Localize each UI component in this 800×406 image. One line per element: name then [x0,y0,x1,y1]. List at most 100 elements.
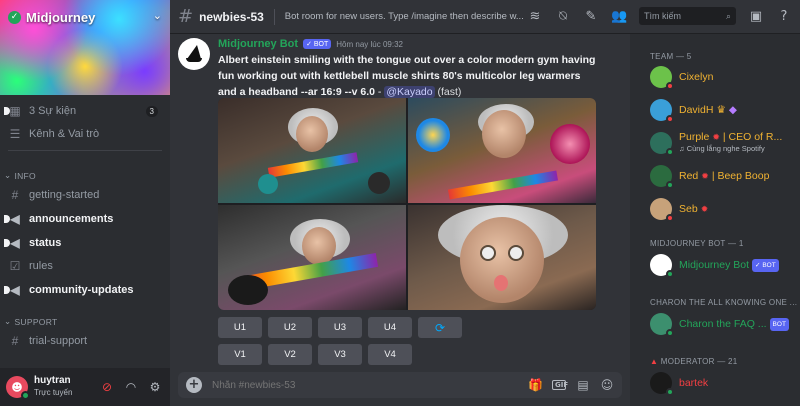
notification-bell-muted-icon[interactable]: ⍉ [555,9,571,24]
message-input[interactable] [212,379,518,391]
member-name: Charon the FAQ ... [679,317,767,330]
member-purple[interactable]: Purple ✹ | CEO of R... ♫ Cùng lắng nghe Sp… [650,129,798,157]
channel-topic[interactable]: Bot room for new users. Type /imagine th… [285,11,525,22]
headphones-icon[interactable]: ◠ [122,380,140,394]
member-seb[interactable]: Seb ✹ [650,195,798,223]
user-mention[interactable]: @Kayado [384,86,435,98]
member-charon[interactable]: Charon the FAQ ... BOT [650,310,798,338]
search-input[interactable]: Tìm kiếm ⌕ [639,7,736,25]
generated-image-4[interactable] [408,205,596,310]
member-activity: Cùng lắng nghe Spotify [686,144,765,153]
generated-image-1[interactable] [218,98,406,203]
category-info[interactable]: ⌄ INFO [4,170,36,181]
avatar[interactable]: ☻ [6,376,30,400]
threads-icon[interactable]: ≋ [527,9,543,24]
sticker-icon[interactable]: ▤ [576,378,590,392]
sidebar-item-channels-roles[interactable]: ☰ Kênh & Vai trò [8,124,162,144]
user-panel: ☻ huytran Trực tuyến ⊘ ◠ ⚙ [0,368,170,406]
avatar [650,99,674,123]
avatar [650,165,674,189]
chevron-down-icon: ⌄ [4,316,12,326]
reroll-button[interactable]: ⟳ [418,317,462,338]
generated-image-2[interactable] [408,98,596,203]
gear-icon[interactable]: ⚙ [146,380,164,394]
user-meta[interactable]: huytran Trực tuyến [34,375,92,399]
bot-badge: ✓ BOT [303,39,332,49]
bot-badge-label: BOT [313,41,329,48]
member-name: Midjourney Bot [679,258,750,271]
bot-badge: ✓ BOT [752,258,779,272]
online-status-icon [666,329,674,337]
channel-status[interactable]: ◀ status [4,233,162,253]
prompt-separator: - [374,86,385,98]
members-icon[interactable]: 👥 [611,9,627,24]
avatar [650,372,674,396]
message-composer: + 🎁 GIF ▤ ☺ [178,372,622,398]
channels-roles-icon: ☰ [9,127,21,141]
inbox-icon[interactable]: ▣ [748,9,764,24]
avatar [650,254,674,278]
upscale-button-3[interactable]: U3 [318,317,362,338]
category-support[interactable]: ⌄ SUPPORT [4,316,57,327]
variation-button-4[interactable]: V4 [368,344,412,365]
server-header[interactable]: ✓ Midjourney [8,8,95,26]
channel-title: newbies-53 [199,9,264,24]
sidebar-item-events[interactable]: ▦ 3 Sự kiện 3 [4,101,162,121]
mic-muted-icon[interactable]: ⊘ [98,380,116,394]
megaphone-icon: ◀ [10,236,20,250]
member-midjourney-bot[interactable]: Midjourney Bot ✓ BOT [650,251,798,279]
variation-button-3[interactable]: V3 [318,344,362,365]
channel-getting-started[interactable]: # getting-started [8,185,162,205]
member-bartek[interactable]: bartek [650,369,798,397]
channel-community-updates[interactable]: ◀ community-updates [4,280,162,300]
upscale-button-4[interactable]: U4 [368,317,412,338]
add-attachment-icon[interactable]: + [186,377,202,393]
channel-rules[interactable]: ☑ rules [8,256,162,276]
chat-area: Midjourney Bot ✓ BOT Hôm nay lúc 09:32 A… [170,34,630,406]
gif-icon[interactable]: GIF [552,380,568,390]
member-role-text: | Beep Boop [711,170,770,182]
avatar [650,132,674,156]
megaphone-icon: ◀ [10,283,20,297]
channel-trial-support[interactable]: # trial-support [8,331,162,351]
crown-icon: ♛ [716,104,726,116]
channel-announcements[interactable]: ◀ announcements [4,209,162,229]
hash-icon: # [11,334,19,348]
message-header: Midjourney Bot ✓ BOT Hôm nay lúc 09:32 [218,38,403,50]
avatar [650,313,674,337]
upscale-button-2[interactable]: U2 [268,317,312,338]
chevron-down-icon[interactable]: ⌄ [153,9,162,22]
avatar[interactable] [178,38,210,70]
boat-hull [186,58,202,62]
emoji-icon[interactable]: ☺ [600,378,614,392]
sidebar-item-label: 3 Sự kiện [29,105,77,117]
member-role-text: | CEO of R... [722,132,783,143]
image-grid[interactable] [218,98,596,310]
moderator-role-icon: ▲ [650,357,659,366]
member-davidh[interactable]: DavidH ♛ ◆ [650,96,798,124]
user-status: Trực tuyến [34,388,73,397]
variation-button-2[interactable]: V2 [268,344,312,365]
verified-icon: ✓ [8,10,21,24]
pin-icon[interactable]: ✎ [583,9,599,24]
upscale-button-1[interactable]: U1 [218,317,262,338]
online-status-icon [666,148,674,156]
member-category-midjourney-bot: MIDJOURNEY BOT — 1 [650,239,744,248]
sidebar-item-label: Kênh & Vai trò [29,128,100,140]
bot-badge-label: BOT [762,261,776,269]
online-status-icon [666,388,674,396]
username: huytran [34,375,71,386]
header-toolbar: ≋ ⍉ ✎ 👥 Tìm kiếm ⌕ ▣ ? [527,7,792,25]
member-name: DavidH [679,104,714,116]
dnd-status-icon [666,214,674,222]
member-category-charon: CHARON THE ALL KNOWING ONE ... [650,298,798,307]
member-red[interactable]: Red ✹ | Beep Boop [650,162,798,190]
channel-label: community-updates [29,284,134,296]
member-category-moderator: ▲ MODERATOR — 21 [650,357,738,366]
gift-icon[interactable]: 🎁 [528,378,543,392]
generated-image-3[interactable] [218,205,406,310]
member-cixelyn[interactable]: Cixelyn [650,63,798,91]
variation-button-1[interactable]: V1 [218,344,262,365]
message-author[interactable]: Midjourney Bot [218,38,298,50]
help-icon[interactable]: ? [776,9,792,24]
